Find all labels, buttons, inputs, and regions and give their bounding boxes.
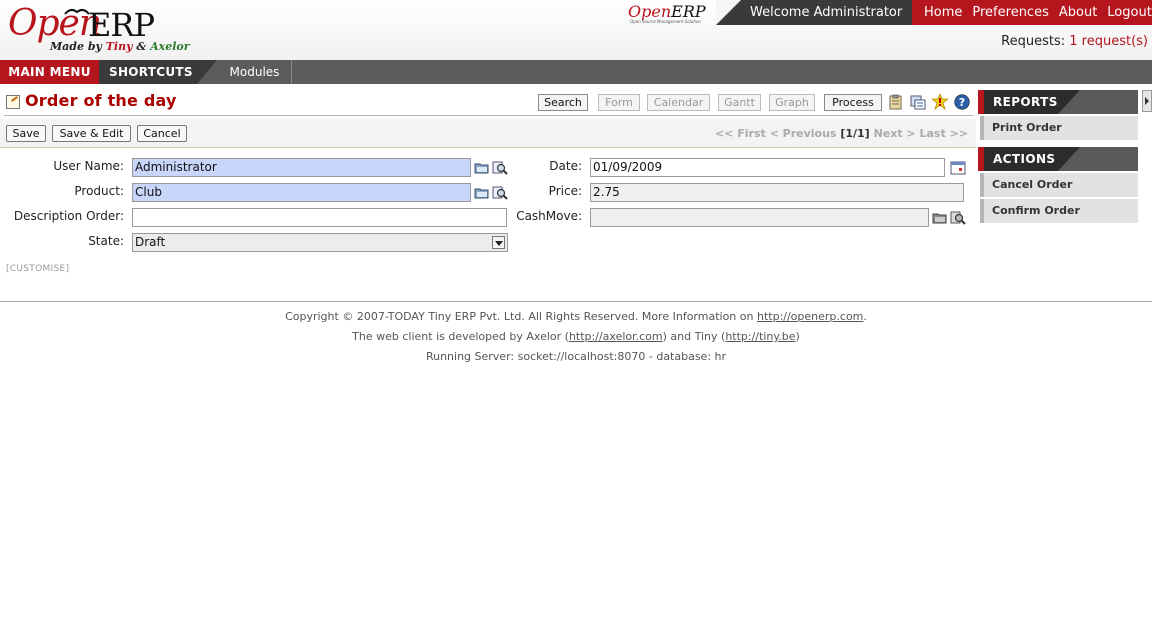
logo-erp: ERP xyxy=(88,6,155,44)
save-edit-button[interactable]: Save & Edit xyxy=(52,125,131,142)
about-link[interactable]: About xyxy=(1059,5,1097,20)
preferences-link[interactable]: Preferences xyxy=(972,5,1048,20)
state-value: Draft xyxy=(135,235,166,249)
welcome-text: Welcome Administrator xyxy=(716,0,912,25)
form-toolbar: Save Save & Edit Cancel << First < Previ… xyxy=(0,119,976,148)
openerp-link[interactable]: http://openerp.com xyxy=(757,310,863,323)
header: Open ERP Made by Tiny & Axelor OpenERP O… xyxy=(0,0,1152,60)
cancel-button[interactable]: Cancel xyxy=(137,125,187,142)
logout-link[interactable]: Logout xyxy=(1107,5,1152,20)
price-label: Price: xyxy=(548,184,582,198)
description-order-field[interactable] xyxy=(132,208,507,227)
main-menu-tab[interactable]: MAIN MENU xyxy=(0,60,99,84)
chevron-down-icon[interactable] xyxy=(492,236,505,249)
graph-view-button[interactable]: Graph xyxy=(769,94,815,111)
folder-icon[interactable] xyxy=(932,211,948,225)
pager-count: [1/1] xyxy=(840,127,870,140)
state-select[interactable]: Draft xyxy=(132,233,508,252)
new-icon[interactable] xyxy=(932,94,948,110)
folder-icon[interactable] xyxy=(474,161,490,175)
modules-shortcut[interactable]: Modules xyxy=(218,60,292,84)
requests: Requests: 1 request(s) xyxy=(1001,34,1148,49)
requests-link[interactable]: 1 request(s) xyxy=(1069,34,1148,49)
top-links: Home Preferences About Logout xyxy=(912,0,1152,25)
pager-previous[interactable]: < Previous xyxy=(770,127,837,140)
requests-label: Requests: xyxy=(1001,34,1066,49)
openerp-logo[interactable]: Open ERP Made by Tiny & Axelor xyxy=(8,4,193,56)
description-order-label: Description Order: xyxy=(13,209,124,223)
pager: << First < Previous [1/1] Next > Last >> xyxy=(715,127,968,140)
sidebar-collapse-button[interactable] xyxy=(1142,90,1152,112)
confirm-order-item[interactable]: Confirm Order xyxy=(980,199,1138,223)
right-sidebar: REPORTS Print Order ACTIONS Cancel Order… xyxy=(978,90,1138,223)
list-icon[interactable] xyxy=(910,94,926,110)
date-field[interactable]: 01/09/2009 xyxy=(590,158,945,177)
footer-developers: The web client is developed by Axelor (h… xyxy=(352,330,800,343)
shortcuts-tab[interactable]: SHORTCUTS xyxy=(99,60,197,84)
gantt-view-button[interactable]: Gantt xyxy=(718,94,761,111)
cashmove-field xyxy=(590,208,929,227)
logo-tagline: Made by Tiny & Axelor xyxy=(50,40,190,53)
calendar-icon[interactable] xyxy=(950,161,966,175)
reports-header: REPORTS xyxy=(978,90,1138,114)
user-name-label: User Name: xyxy=(53,159,124,173)
cancel-order-item[interactable]: Cancel Order xyxy=(980,173,1138,197)
help-icon[interactable]: ? xyxy=(954,94,970,110)
footer-server-info: Running Server: socket://localhost:8070 … xyxy=(425,350,727,363)
welcome-notch xyxy=(716,0,741,25)
footer: Copyright © 2007-TODAY Tiny ERP Pvt. Ltd… xyxy=(0,301,1152,367)
cashmove-label: CashMove: xyxy=(516,209,582,223)
product-field[interactable]: Club xyxy=(132,183,471,202)
pager-last[interactable]: Last >> xyxy=(919,127,968,140)
pager-next[interactable]: Next > xyxy=(874,127,916,140)
footer-copyright: Copyright © 2007-TODAY Tiny ERP Pvt. Ltd… xyxy=(285,310,867,323)
home-link[interactable]: Home xyxy=(924,5,962,20)
shortcuts-tab-edge xyxy=(197,60,217,84)
customise-link[interactable]: [CUSTOMISE] xyxy=(6,264,69,274)
calendar-view-button[interactable]: Calendar xyxy=(647,94,710,111)
price-field: 2.75 xyxy=(590,183,964,202)
tiny-link[interactable]: http://tiny.be xyxy=(725,330,795,343)
actions-header: ACTIONS xyxy=(978,147,1138,171)
clipboard-icon[interactable] xyxy=(888,94,904,110)
page-title: Order of the day xyxy=(25,91,177,110)
form-edit-icon xyxy=(6,95,20,109)
print-order-item[interactable]: Print Order xyxy=(980,116,1138,140)
search-view-button[interactable]: Search xyxy=(538,94,588,111)
process-view-button[interactable]: Process xyxy=(824,94,882,111)
folder-icon[interactable] xyxy=(474,186,490,200)
axelor-link[interactable]: http://axelor.com xyxy=(569,330,663,343)
form-view-button[interactable]: Form xyxy=(598,94,640,111)
product-label: Product: xyxy=(74,184,124,198)
svg-text:?: ? xyxy=(959,96,965,109)
mini-openerp-logo: OpenERP Open Source Management Solution xyxy=(628,2,706,24)
state-label: State: xyxy=(88,234,124,248)
date-label: Date: xyxy=(549,159,582,173)
search-icon[interactable] xyxy=(950,211,966,225)
title-bar: Order of the day Search Form Calendar Ga… xyxy=(4,90,974,116)
pager-first[interactable]: << First xyxy=(715,127,766,140)
save-button[interactable]: Save xyxy=(6,125,46,142)
user-name-field[interactable]: Administrator xyxy=(132,158,471,177)
menu-bar: MAIN MENU SHORTCUTS Modules xyxy=(0,60,1152,84)
